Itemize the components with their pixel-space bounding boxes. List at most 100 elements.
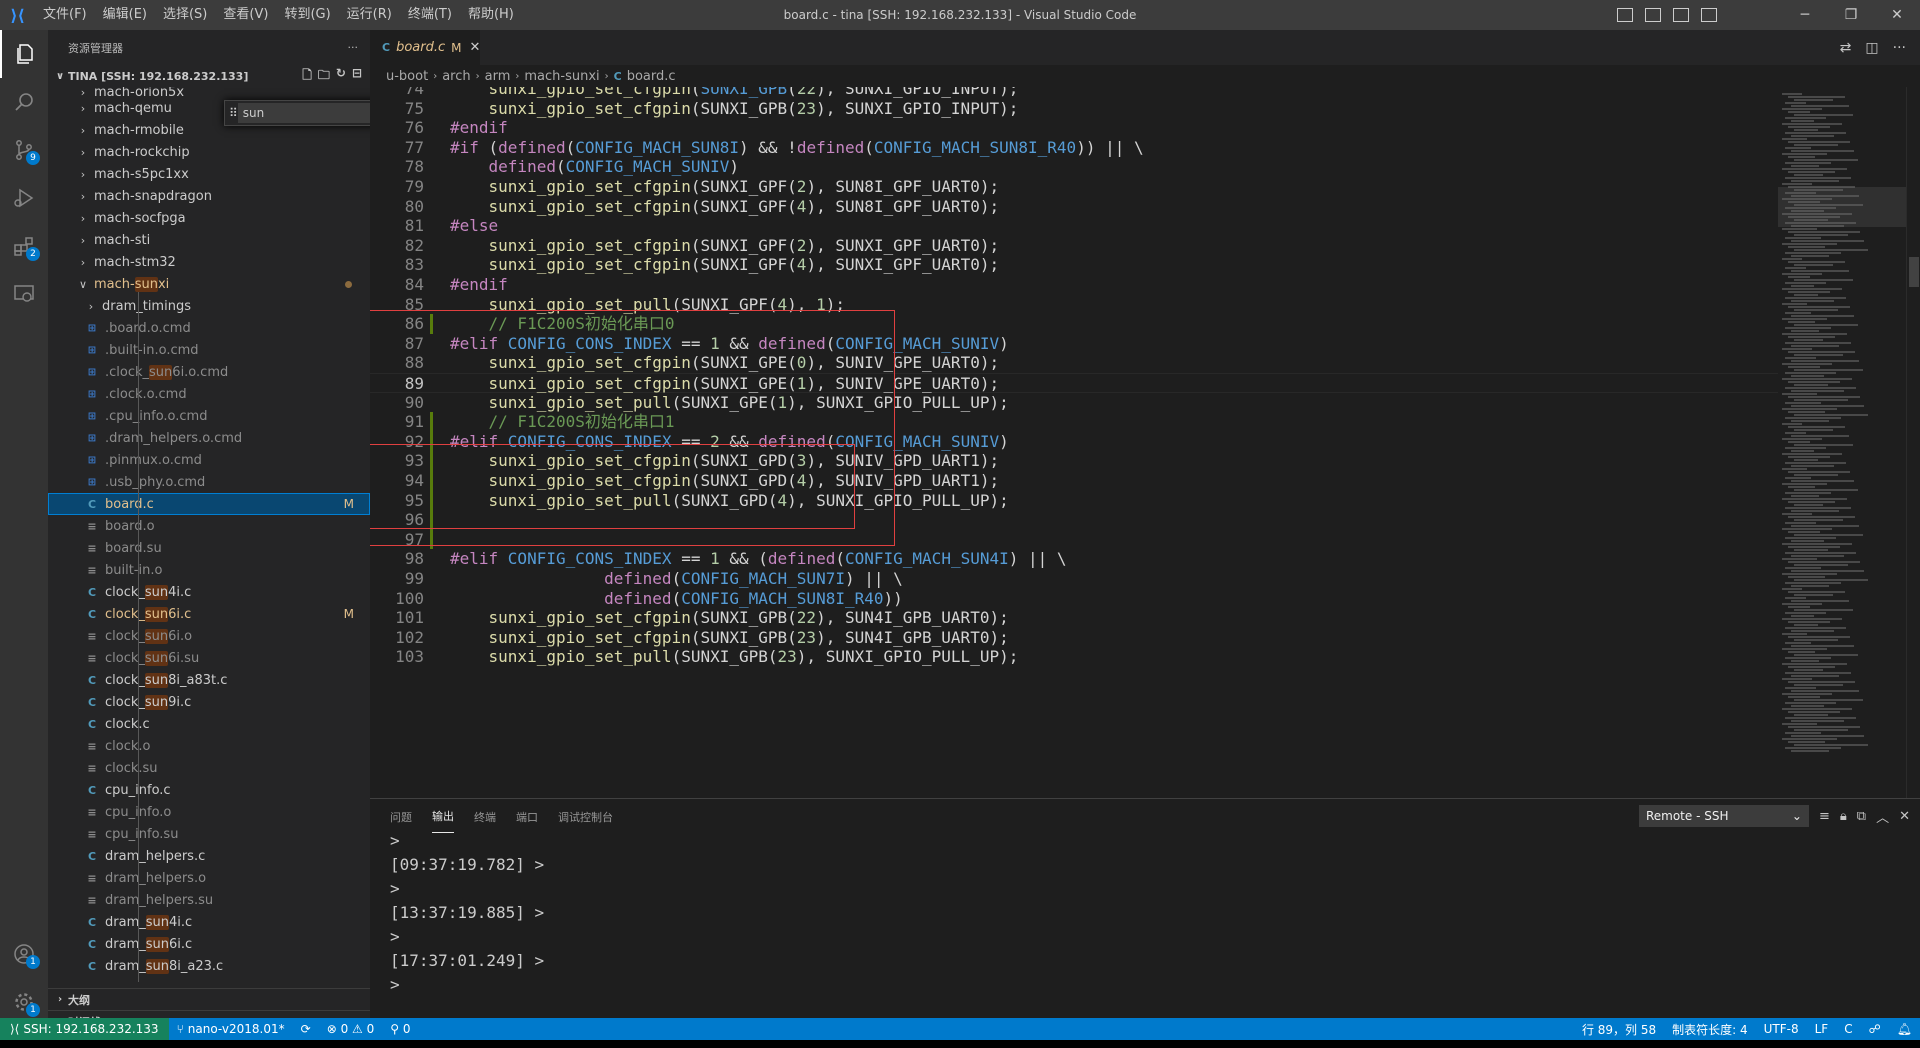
tree-item[interactable]: ≡ cpu_info.su: [48, 823, 370, 845]
explorer-icon[interactable]: [0, 30, 48, 78]
menu-view[interactable]: 查看(V): [215, 0, 276, 30]
output-channel-select[interactable]: Remote - SSH ⌄: [1638, 805, 1809, 827]
code-line[interactable]: 93 sunxi_gpio_set_cfgpin(SUNXI_GPD(3), S…: [370, 451, 1778, 471]
tree-item[interactable]: Cdram_sun4i.c: [48, 911, 370, 933]
breadcrumb-item[interactable]: u-boot: [386, 69, 428, 84]
run-debug-icon[interactable]: [0, 174, 48, 222]
cursor-position[interactable]: 行 89，列 58: [1574, 1021, 1664, 1038]
code-line[interactable]: 76 #endif: [370, 118, 1778, 138]
breadcrumb-item[interactable]: mach-sunxi: [524, 69, 599, 84]
new-file-icon[interactable]: 🗋: [302, 66, 312, 87]
explorer-more-button[interactable]: ···: [348, 41, 359, 54]
editor-scrollbar[interactable]: [1906, 87, 1920, 798]
tree-item[interactable]: ≡ clock.su: [48, 757, 370, 779]
scrollbar-thumb[interactable]: [1909, 257, 1919, 287]
more-actions-icon[interactable]: ···: [1893, 40, 1906, 56]
code-line[interactable]: 98 #elif CONFIG_CONS_INDEX == 1 && (defin…: [370, 549, 1778, 569]
code-line[interactable]: 99 defined(CONFIG_MACH_SUN7I) || \: [370, 569, 1778, 589]
code-line[interactable]: 96: [370, 510, 1778, 530]
tab-debug-console[interactable]: 调试控制台: [558, 801, 613, 833]
tree-item[interactable]: ∨ mach-sunxi: [48, 273, 370, 295]
tree-item[interactable]: Cdram_sun6i.c: [48, 933, 370, 955]
code-line[interactable]: 83 sunxi_gpio_set_cfgpin(SUNXI_GPF(4), S…: [370, 255, 1778, 275]
tree-item[interactable]: Cclock_sun6i.c M: [48, 603, 370, 625]
tab-problems[interactable]: 问题: [390, 801, 412, 833]
minimize-button[interactable]: ─: [1782, 0, 1828, 30]
tree-item[interactable]: ⊞ .pinmux.o.cmd: [48, 449, 370, 471]
menu-help[interactable]: 帮助(H): [460, 0, 522, 30]
code-editor[interactable]: 74 sunxi_gpio_set_cfgpin(SUNXI_GPB(22), …: [370, 87, 1778, 798]
notifications-icon[interactable]: 🔔︎: [1889, 1022, 1920, 1036]
tree-item[interactable]: ≡ board.su: [48, 537, 370, 559]
close-window-button[interactable]: ✕: [1874, 0, 1920, 30]
code-line[interactable]: 92 #elif CONFIG_CONS_INDEX == 2 && define…: [370, 431, 1778, 452]
tree-item[interactable]: › mach-snapdragon: [48, 185, 370, 207]
code-line[interactable]: 95 sunxi_gpio_set_pull(SUNXI_GPD(4), SUN…: [370, 490, 1778, 511]
toggle-panel-icon[interactable]: [1645, 8, 1661, 22]
tree-item[interactable]: ≡ clock.o: [48, 735, 370, 757]
menu-edit[interactable]: 编辑(E): [95, 0, 155, 30]
code-line[interactable]: 86 // F1C200S初始化串口0: [370, 314, 1778, 334]
outline-section[interactable]: › 大纲: [48, 988, 370, 1010]
sync-button[interactable]: ⟳: [293, 1022, 319, 1036]
open-changes-icon[interactable]: ⇄: [1840, 40, 1852, 56]
tree-item[interactable]: ≡ dram_helpers.su: [48, 889, 370, 911]
code-line[interactable]: 74 sunxi_gpio_set_cfgpin(SUNXI_GPB(22), …: [370, 87, 1778, 99]
accounts-icon[interactable]: 1: [0, 930, 48, 978]
remote-explorer-icon[interactable]: [0, 270, 48, 318]
toggle-primary-sidebar-icon[interactable]: [1617, 8, 1633, 22]
tree-item[interactable]: › mach-stm32: [48, 251, 370, 273]
indentation[interactable]: 制表符长度: 4: [1664, 1021, 1756, 1038]
tree-item[interactable]: ⊞ .built-in.o.cmd: [48, 339, 370, 361]
split-editor-icon[interactable]: ◫: [1865, 40, 1878, 56]
tree-item[interactable]: Ccpu_info.c: [48, 779, 370, 801]
toggle-secondary-sidebar-icon[interactable]: [1673, 8, 1689, 22]
source-control-icon[interactable]: 9: [0, 126, 48, 174]
code-line[interactable]: 101 sunxi_gpio_set_cfgpin(SUNXI_GPB(22),…: [370, 608, 1778, 628]
code-line[interactable]: 103 sunxi_gpio_set_pull(SUNXI_GPB(23), S…: [370, 647, 1778, 667]
tree-item[interactable]: Cclock_sun4i.c: [48, 581, 370, 603]
extensions-icon[interactable]: 2: [0, 222, 48, 270]
code-line[interactable]: 80 sunxi_gpio_set_cfgpin(SUNXI_GPF(4), S…: [370, 197, 1778, 217]
breadcrumb-item[interactable]: arch: [442, 69, 470, 84]
remote-feedback-icon[interactable]: ☍: [1861, 1022, 1889, 1036]
collapse-all-icon[interactable]: ⊟: [352, 66, 362, 87]
tree-item[interactable]: ⊞ .usb_phy.o.cmd: [48, 471, 370, 493]
code-line[interactable]: 100 defined(CONFIG_MACH_SUN8I_R40)): [370, 589, 1778, 609]
tree-item[interactable]: › dram_timings: [48, 295, 370, 317]
tree-item[interactable]: ≡ clock_sun6i.su: [48, 647, 370, 669]
tree-item[interactable]: ≡ board.o: [48, 515, 370, 537]
code-line[interactable]: 102 sunxi_gpio_set_cfgpin(SUNXI_GPB(23),…: [370, 628, 1778, 648]
menu-go[interactable]: 转到(G): [276, 0, 338, 30]
code-line[interactable]: 88 sunxi_gpio_set_cfgpin(SUNXI_GPE(0), S…: [370, 353, 1778, 373]
workspace-root-header[interactable]: ∨ TINA [SSH: 192.168.232.133] 🗋 🗀 ↻ ⊟: [48, 65, 370, 87]
drag-handle-icon[interactable]: ⠿: [229, 106, 238, 120]
tab-ports[interactable]: 端口: [516, 801, 538, 833]
git-branch[interactable]: ⑂ nano-v2018.01*: [169, 1022, 293, 1036]
clear-output-icon[interactable]: ≡: [1819, 809, 1830, 824]
tree-item[interactable]: ⊞ .cpu_info.o.cmd: [48, 405, 370, 427]
tree-item[interactable]: Cclock_sun9i.c: [48, 691, 370, 713]
menu-file[interactable]: 文件(F): [35, 0, 95, 30]
menu-terminal[interactable]: 终端(T): [400, 0, 460, 30]
breadcrumb-item[interactable]: board.c: [627, 69, 676, 84]
search-icon[interactable]: [0, 78, 48, 126]
end-of-line[interactable]: LF: [1807, 1022, 1837, 1036]
new-folder-icon[interactable]: 🗀: [318, 66, 330, 87]
remote-indicator[interactable]: ⟩⟨ SSH: 192.168.232.133: [0, 1018, 169, 1040]
tree-find-input[interactable]: [237, 103, 370, 123]
code-line[interactable]: 85 sunxi_gpio_set_pull(SUNXI_GPF(4), 1);: [370, 295, 1778, 315]
tree-item[interactable]: Cdram_sun8i_a23.c: [48, 955, 370, 977]
code-line[interactable]: 77 #if (defined(CONFIG_MACH_SUN8I) && !de…: [370, 138, 1778, 158]
close-tab-icon[interactable]: ✕: [470, 40, 481, 55]
tree-item[interactable]: ≡ dram_helpers.o: [48, 867, 370, 889]
lock-scroll-icon[interactable]: 🔒︎: [1840, 809, 1847, 824]
code-line[interactable]: 84 #endif: [370, 275, 1778, 295]
code-line[interactable]: 81 #else: [370, 216, 1778, 236]
tree-item[interactable]: Cdram_helpers.c: [48, 845, 370, 867]
encoding[interactable]: UTF-8: [1756, 1022, 1807, 1036]
refresh-icon[interactable]: ↻: [336, 66, 346, 87]
code-line[interactable]: 97: [370, 529, 1778, 550]
menu-run[interactable]: 运行(R): [339, 0, 400, 30]
code-line[interactable]: 94 sunxi_gpio_set_cfgpin(SUNXI_GPD(4), S…: [370, 471, 1778, 491]
